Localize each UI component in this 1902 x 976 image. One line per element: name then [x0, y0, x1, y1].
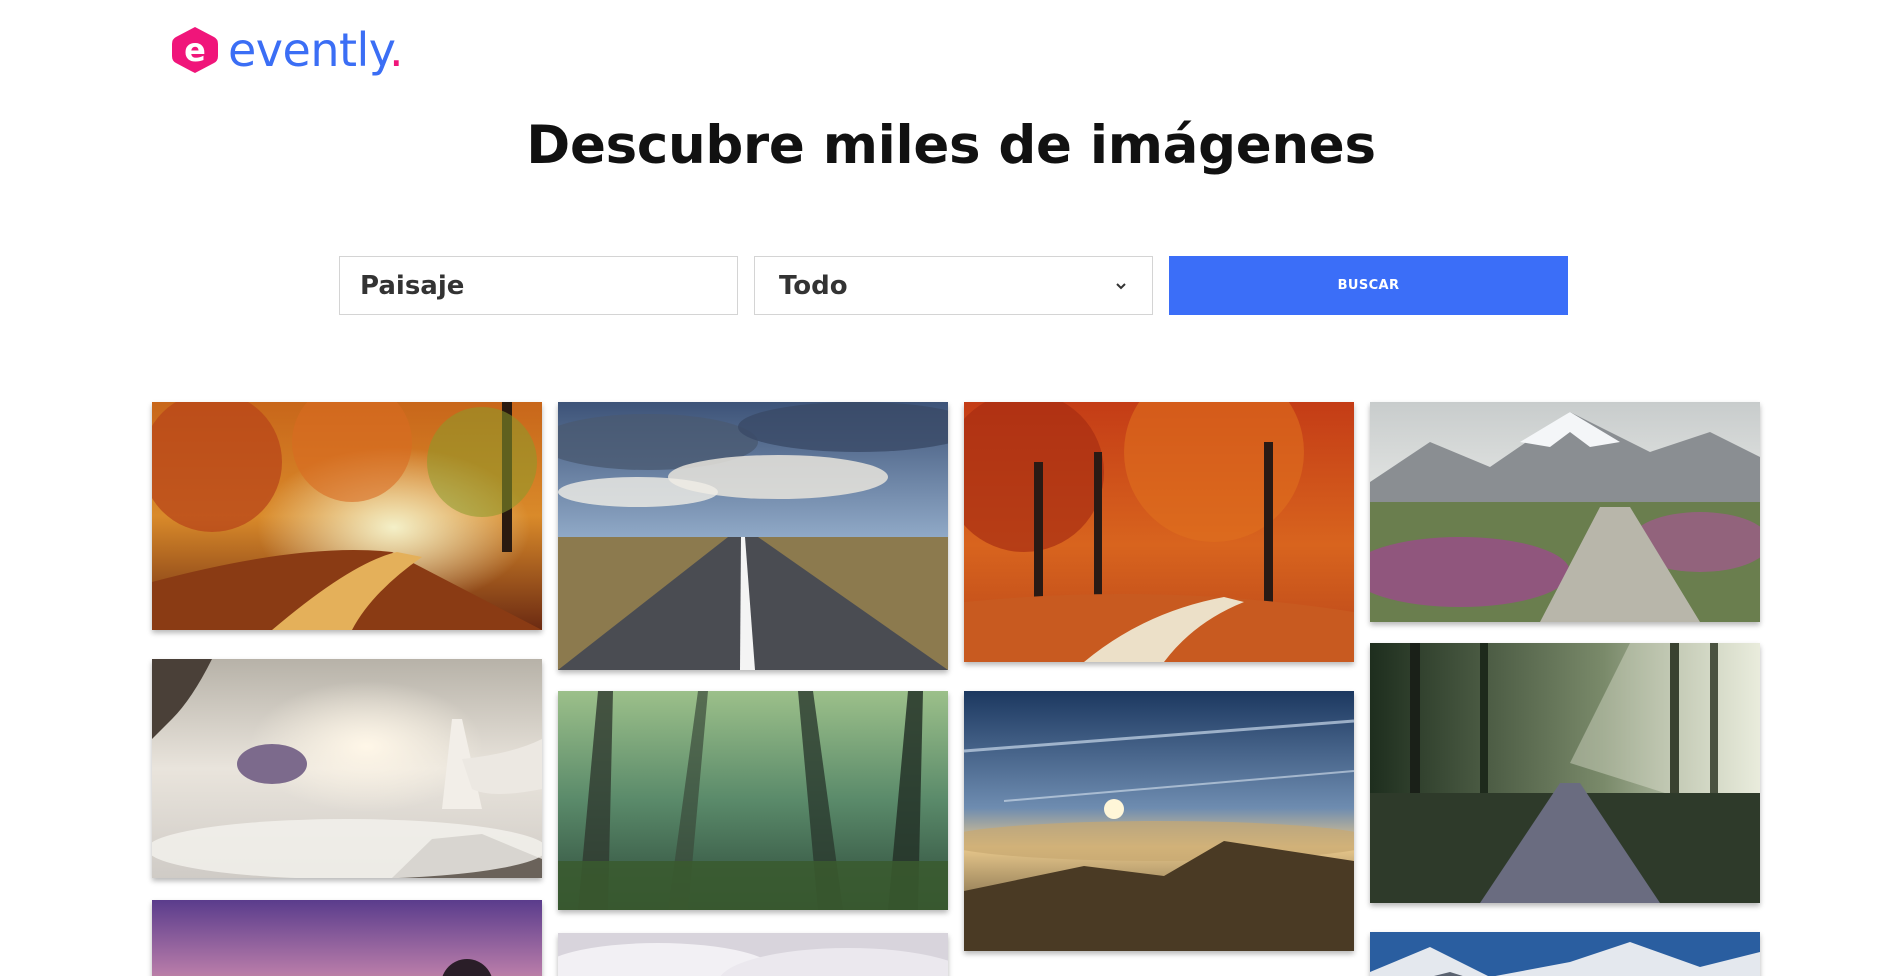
gallery-image-sunset-ridge[interactable] [964, 691, 1354, 951]
brand-dot: . [388, 23, 404, 77]
gallery-image-sunbeam-road[interactable] [1370, 643, 1760, 903]
gallery-image-red-forest[interactable] [964, 402, 1354, 662]
logo-letter: e [184, 31, 206, 69]
gallery-image-autumn-path[interactable] [152, 402, 542, 630]
category-select[interactable]: Todo [754, 256, 1153, 315]
logo-mark-icon: e [170, 25, 220, 75]
page-title: Descubre miles de imágenes [526, 115, 1376, 176]
gallery-image-road[interactable] [558, 402, 948, 670]
image-gallery [152, 402, 1760, 976]
gallery-image-clouds[interactable] [558, 933, 948, 976]
logo[interactable]: e evently. [170, 22, 404, 78]
category-select-value: Todo [779, 270, 848, 301]
search-button[interactable]: BUSCAR [1169, 256, 1568, 315]
gallery-image-cliff-woman[interactable] [152, 659, 542, 878]
chevron-down-icon [1116, 282, 1126, 289]
search-input[interactable] [339, 256, 738, 315]
gallery-image-misty-forest[interactable] [558, 691, 948, 910]
brand-name: evently [228, 23, 389, 77]
gallery-image-mountain-path[interactable] [1370, 402, 1760, 622]
gallery-image-purple-sunset[interactable] [152, 900, 542, 976]
gallery-image-snowy-mountains[interactable] [1370, 932, 1760, 976]
logo-text: evently. [228, 27, 404, 73]
